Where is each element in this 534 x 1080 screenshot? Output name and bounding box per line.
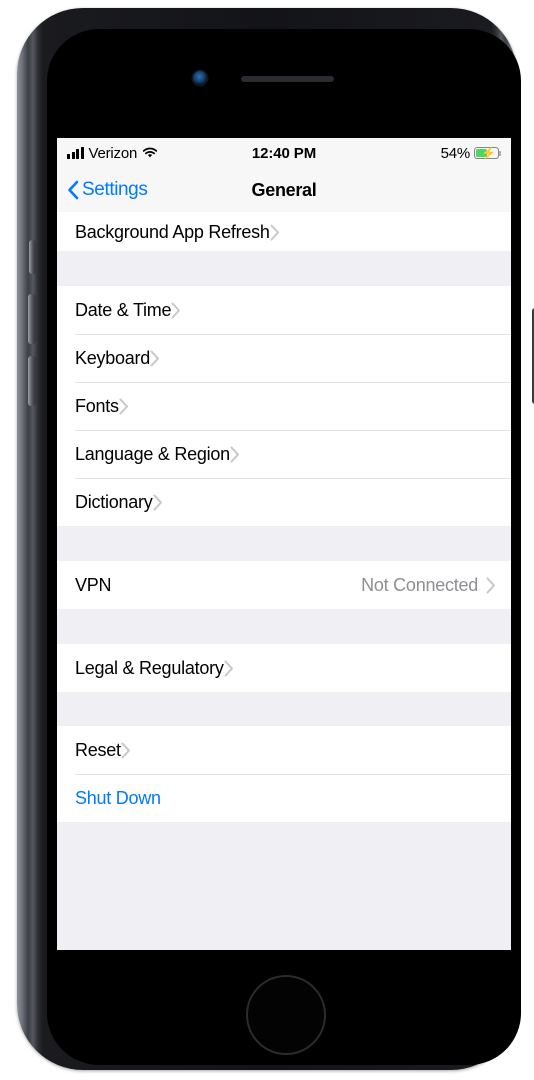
wifi-icon <box>142 147 158 159</box>
list-item-shut-down[interactable]: Shut Down <box>57 774 511 822</box>
row-label: Date & Time <box>75 299 172 320</box>
section-reset-shutdown: Reset Shut Down <box>57 726 511 822</box>
chevron-right-icon <box>150 350 160 367</box>
battery-percent-label: 54% <box>440 144 471 162</box>
row-label: Fonts <box>75 395 119 416</box>
status-bar-left: Verizon <box>67 145 158 162</box>
earpiece-speaker-icon <box>241 76 334 82</box>
list-item-language-region[interactable]: Language & Region <box>57 430 511 478</box>
list-item-fonts[interactable]: Fonts <box>57 382 511 430</box>
section-gap <box>57 692 511 726</box>
settings-list[interactable]: Background App Refresh Date & Time Keybo… <box>57 212 511 950</box>
list-item-dictionary[interactable]: Dictionary <box>57 478 511 526</box>
list-item-vpn[interactable]: VPN Not Connected <box>57 561 511 609</box>
phone-device: Verizon 12:40 PM 54% ⚡ Settings General … <box>0 0 534 1080</box>
chevron-right-icon <box>171 302 181 319</box>
chevron-right-icon <box>153 494 163 511</box>
section-legal: Legal & Regulatory <box>57 644 511 692</box>
section-background-app-refresh: Background App Refresh <box>57 212 511 251</box>
volume-up-button[interactable] <box>28 294 36 344</box>
row-label: Language & Region <box>75 443 230 464</box>
status-bar: Verizon 12:40 PM 54% ⚡ <box>57 138 511 168</box>
row-label: Dictionary <box>75 491 153 512</box>
home-button[interactable] <box>246 975 326 1055</box>
carrier-label: Verizon <box>88 144 138 162</box>
row-label: Keyboard <box>75 347 151 368</box>
section-date-keyboard-language: Date & Time Keyboard Fonts Language & Re… <box>57 286 511 526</box>
mute-switch[interactable] <box>29 240 36 274</box>
list-item-legal-regulatory[interactable]: Legal & Regulatory <box>57 644 511 692</box>
section-gap <box>57 526 511 561</box>
back-button[interactable]: Settings <box>67 179 148 201</box>
chevron-right-icon <box>121 742 131 759</box>
chevron-right-icon <box>119 398 129 415</box>
row-label: Shut Down <box>75 787 161 808</box>
chevron-right-icon <box>230 446 240 463</box>
front-camera-icon <box>193 71 207 85</box>
list-item-keyboard[interactable]: Keyboard <box>57 334 511 382</box>
back-button-label: Settings <box>82 179 148 200</box>
battery-charging-icon: ⚡ <box>474 147 502 159</box>
status-bar-right: 54% ⚡ <box>440 144 502 162</box>
cellular-signal-icon <box>67 147 84 159</box>
list-item-date-time[interactable]: Date & Time <box>57 286 511 334</box>
section-gap <box>57 609 511 644</box>
row-label: Reset <box>75 739 121 760</box>
volume-down-button[interactable] <box>28 356 36 406</box>
section-gap <box>57 822 511 857</box>
phone-screen: Verizon 12:40 PM 54% ⚡ Settings General … <box>57 138 511 950</box>
chevron-right-icon <box>270 224 280 243</box>
clock-label: 12:40 PM <box>251 144 317 162</box>
chevron-right-icon <box>224 660 234 677</box>
phone-body: Verizon 12:40 PM 54% ⚡ Settings General … <box>17 8 534 1070</box>
section-gap <box>57 251 511 286</box>
row-label: Legal & Regulatory <box>75 657 224 678</box>
section-vpn: VPN Not Connected <box>57 561 511 609</box>
list-item-background-app-refresh[interactable]: Background App Refresh <box>57 212 511 251</box>
row-label: Background App Refresh <box>75 222 270 242</box>
row-value: Not Connected <box>361 574 478 595</box>
navigation-bar: Settings General <box>57 168 511 212</box>
list-item-reset[interactable]: Reset <box>57 726 511 774</box>
chevron-right-icon <box>486 577 496 594</box>
chevron-left-icon <box>67 180 79 200</box>
row-label: VPN <box>75 574 112 595</box>
